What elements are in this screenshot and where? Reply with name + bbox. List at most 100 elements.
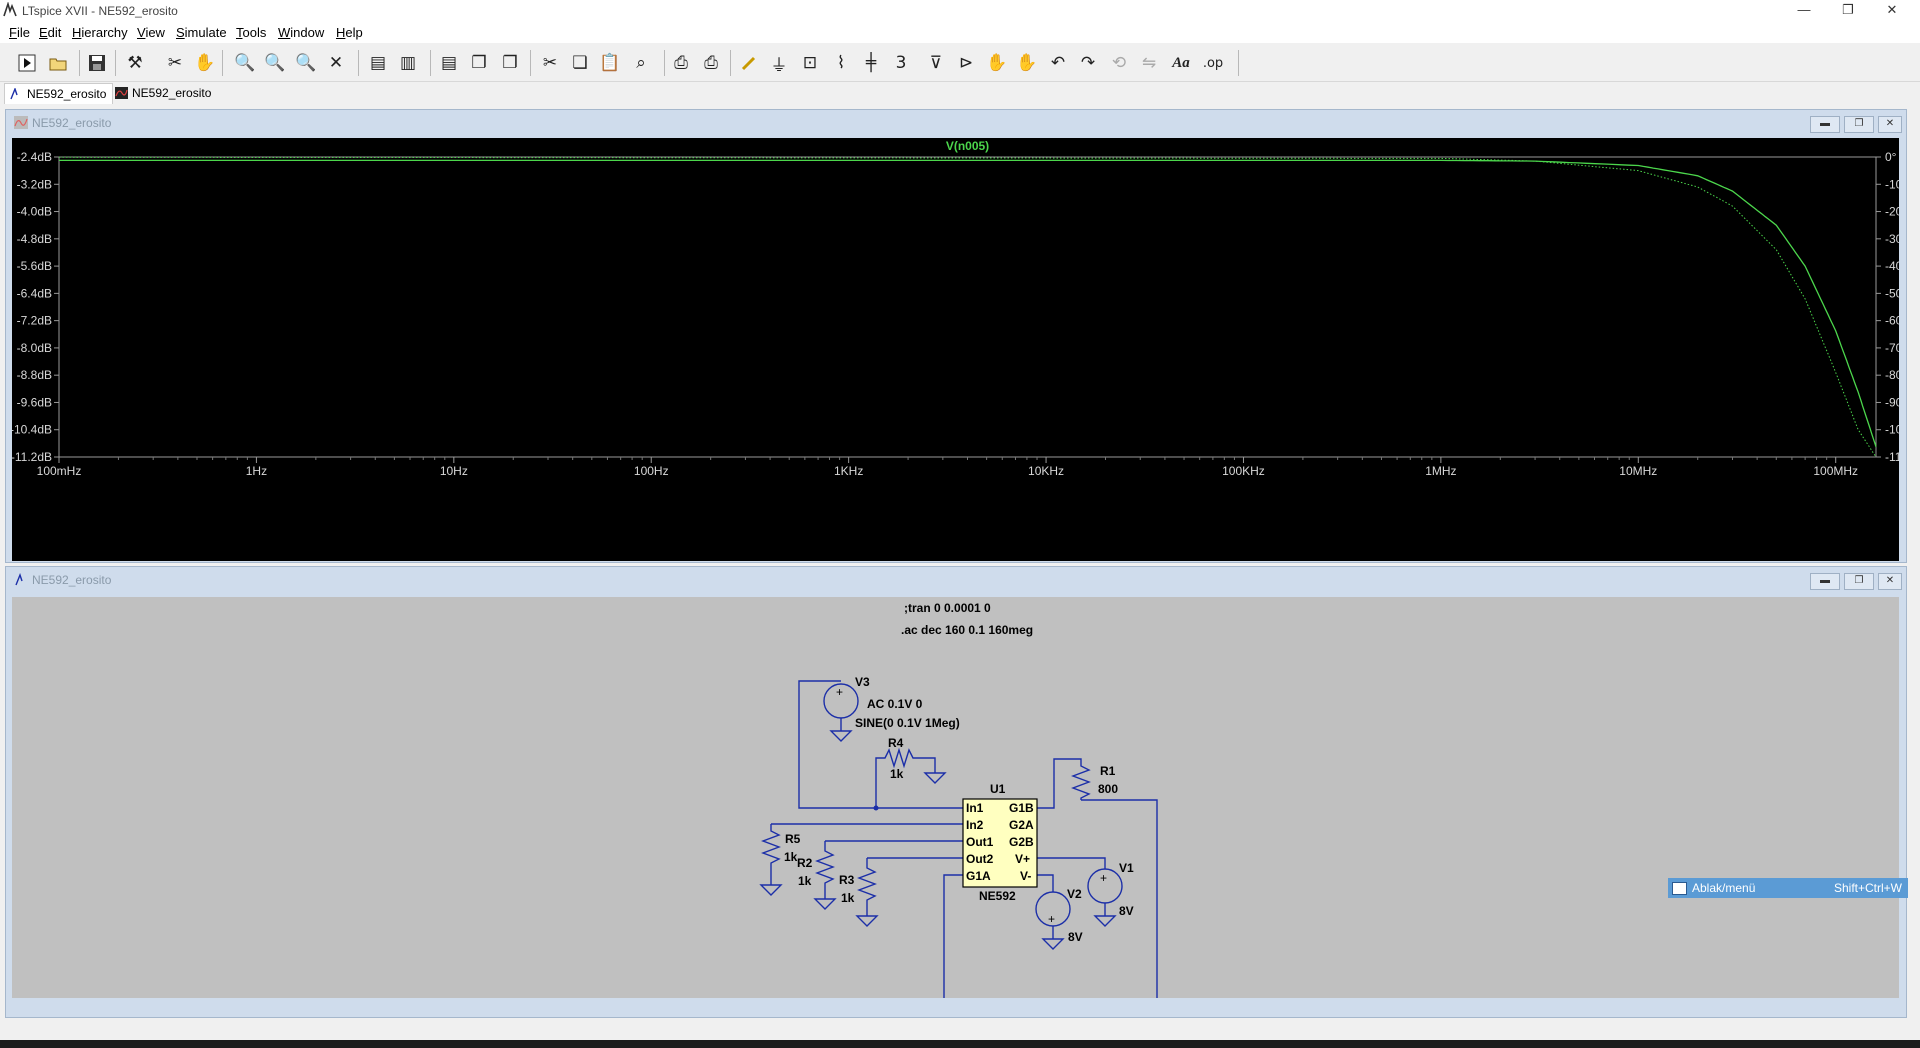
diode-icon[interactable]: ⊽ [923,50,949,76]
print-icon[interactable]: ⎙ [668,50,694,76]
restore-icon[interactable]: ❐ [1844,573,1874,590]
r5-value: 1k [784,850,798,864]
r3-label: R3 [839,873,855,887]
waveform-chart[interactable]: -2.4dB -3.2dB -4.0dB -4.8dB -5.6dB -6.4dB -7.2… [10,138,1914,561]
r4-resistor[interactable] [875,747,936,808]
zoom-back-icon[interactable]: 🔍 [293,50,319,76]
run-icon[interactable] [14,50,40,76]
u1-pin-vp: V+ [1015,852,1030,866]
capacitor-icon[interactable]: ╪ [858,50,884,76]
menu-help[interactable]: Help [336,25,363,40]
run-halt-icon[interactable]: ✂ [162,50,188,76]
cascade-icon-2[interactable]: ❐ [497,50,523,76]
zoom-fit-icon[interactable]: ✕ [323,50,349,76]
zoom-out-icon[interactable]: 🔍 [262,50,288,76]
tab-waveform[interactable]: NE592_erosito [110,83,217,103]
inductor-icon[interactable]: 3 [888,50,914,76]
minimize-icon[interactable]: ▬ [1810,116,1840,133]
tile-horizontal-icon[interactable]: ▥ [395,50,421,76]
menu-tools[interactable]: Tools [236,25,266,40]
u1-pin-g1a: G1A [966,869,991,883]
v2-value: 8V [1068,930,1083,944]
status-bar [0,1018,1920,1040]
rotate-icon[interactable]: ⟲ [1106,50,1132,76]
title-bar: LTspice XVII - NE592_erosito — ❐ ✕ [0,0,1920,22]
tile-vertical-icon[interactable]: ▤ [436,50,462,76]
undo-icon[interactable]: ↶ [1045,50,1071,76]
control-panel-icon[interactable]: ⚒ [122,50,148,76]
r2-value: 1k [798,874,812,888]
paste-icon[interactable]: 📋 [597,50,623,76]
cut-icon[interactable]: ✂ [537,50,563,76]
toolbar: ⚒ ✂ ✋ 🔍 🔍 🔍 ✕ ▤ ▥ ▤ ❐ ❐ ✂ ❏ 📋 ⌕ ⎙ ⎙ ⏚ ⊡ … [0,44,1920,82]
resistor-icon[interactable]: ⌇ [828,50,854,76]
spice-directive-icon[interactable]: .op [1200,50,1226,76]
r2-resistor[interactable] [815,841,835,899]
ground-symbol [759,884,783,896]
autorange-icon[interactable]: ▤ [365,50,391,76]
window-menu-popup[interactable]: Ablak/menü Shift+Ctrl+W [1668,878,1908,898]
component-icon[interactable]: ⊳ [953,50,979,76]
y-left-tick-label: -7.2dB [17,314,52,328]
popup-shortcut: Shift+Ctrl+W [1833,881,1902,895]
y-right-tick-label: -50° [1885,286,1899,300]
menu-edit[interactable]: Edit [39,25,61,40]
minimize-icon[interactable]: ▬ [1810,573,1840,590]
redo-icon[interactable]: ↷ [1075,50,1101,76]
r1-label: R1 [1100,764,1116,778]
menu-bar: File Edit Hierarchy View Simulate Tools … [0,22,1920,43]
wire-icon[interactable] [736,50,762,76]
r5-resistor[interactable] [761,824,781,885]
menu-simulate[interactable]: Simulate [176,25,227,40]
y-right-tick-label: -30° [1885,232,1899,246]
label-icon[interactable]: ⊡ [797,50,823,76]
menu-window[interactable]: Window [278,25,324,40]
menu-view[interactable]: View [137,25,165,40]
open-icon[interactable] [45,50,71,76]
schematic-icon [10,88,18,100]
x-tick-label: 1MHz [1425,464,1456,478]
v3-value-ac: AC 0.1V 0 [867,697,923,711]
save-icon[interactable] [84,50,110,76]
close-button[interactable]: ✕ [1870,0,1914,22]
minimize-button[interactable]: — [1782,0,1826,22]
r4-label: R4 [888,736,904,750]
tran-directive[interactable]: ;tran 0 0.0001 0 [904,601,991,615]
y-left-tick-label: -4.8dB [17,232,52,246]
schematic-drawing[interactable]: ;tran 0 0.0001 0 .ac dec 160 0.1 160meg [12,597,1899,1003]
close-icon[interactable]: ✕ [1878,116,1902,133]
toolbar-separator [115,50,116,76]
move-icon[interactable]: ✋ [984,50,1010,76]
r3-resistor[interactable] [857,858,877,916]
close-icon[interactable]: ✕ [1878,573,1902,590]
junction-dot [873,805,879,811]
v3-label: V3 [855,675,870,689]
cascade-icon[interactable]: ❐ [466,50,492,76]
schematic-icon [15,573,23,586]
schematic-canvas[interactable]: ;tran 0 0.0001 0 .ac dec 160 0.1 160meg [12,597,1899,1003]
waveform-icon [14,116,28,129]
text-icon[interactable]: Aa [1168,50,1194,76]
print-preview-icon[interactable]: ⎙ [698,50,724,76]
menu-file[interactable]: File [9,25,30,40]
mirror-icon[interactable]: ⇋ [1136,50,1162,76]
zoom-in-icon[interactable]: 🔍 [232,50,258,76]
pan-icon[interactable]: ✋ [192,50,218,76]
restore-icon[interactable]: ❐ [1844,116,1874,133]
drag-icon[interactable]: ✋ [1014,50,1040,76]
find-icon[interactable]: ⌕ [628,50,654,76]
x-tick-label: 100mHz [37,464,82,478]
u1-pin-in1: In1 [966,801,984,815]
ac-directive[interactable]: .ac dec 160 0.1 160meg [901,623,1033,637]
copy-icon[interactable]: ❏ [567,50,593,76]
ground-icon[interactable]: ⏚ [766,50,792,76]
schematic-window-title: NE592_erosito [32,573,112,587]
menu-hierarchy[interactable]: Hierarchy [72,25,128,40]
tab-schematic[interactable]: NE592_erosito [4,83,114,104]
y-right-tick-label: -60° [1885,314,1899,328]
toolbar-separator [730,50,731,76]
v1-label: V1 [1119,861,1134,875]
maximize-button[interactable]: ❐ [1826,0,1870,22]
toolbar-separator [79,50,80,76]
waveform-plot[interactable]: -2.4dB -3.2dB -4.0dB -4.8dB -5.6dB -6.4dB -7.2… [10,138,1914,561]
